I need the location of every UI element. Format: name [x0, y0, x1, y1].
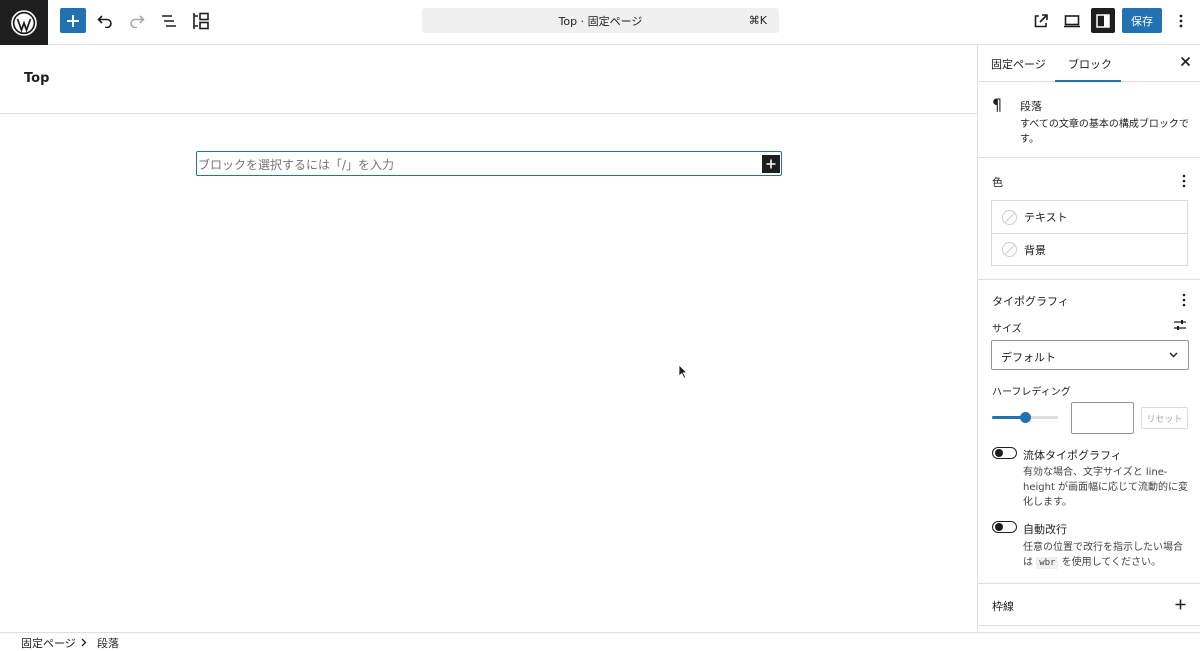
chevron-right-icon [81, 638, 87, 647]
section-divider [978, 583, 1200, 584]
fluid-typography-toggle[interactable] [992, 447, 1017, 459]
save-button[interactable]: 保存 [1122, 8, 1162, 33]
undo-icon [97, 15, 112, 28]
block-inserter-button[interactable] [60, 8, 86, 33]
title-area: Top [0, 45, 977, 114]
plus-icon[interactable] [1175, 599, 1186, 610]
settings-sidebar: 固定ページ ブロック ¶ 段落 すべての文章の基本の構成ブロックです。 色 テキ… [977, 45, 1200, 632]
fluid-typography-label: 流体タイポグラフィ [1023, 449, 1122, 462]
redo-icon [130, 15, 145, 28]
slider-thumb[interactable] [1020, 412, 1031, 423]
section-divider [978, 279, 1200, 280]
tab-block[interactable]: ブロック [1068, 56, 1112, 72]
list-view-icon [162, 15, 176, 27]
empty-swatch-icon [1002, 209, 1017, 225]
paragraph-block[interactable]: ブロックを選択するには「/」を入力 [196, 151, 782, 176]
block-append-button[interactable] [762, 155, 780, 173]
auto-wrap-help-text-end: を使用してください。 [1061, 557, 1162, 568]
color-item-text[interactable]: テキスト [992, 201, 1187, 233]
settings-panel-toggle[interactable] [1091, 8, 1115, 33]
wordpress-icon [11, 9, 37, 36]
undo-button[interactable] [92, 8, 118, 34]
breadcrumb: 固定ページ 段落 [0, 632, 1200, 651]
line-height-input[interactable] [1071, 402, 1134, 434]
close-icon[interactable] [1180, 56, 1191, 67]
tools-icon [193, 12, 209, 30]
block-tools-button[interactable] [188, 8, 214, 34]
block-description: すべての文章の基本の構成ブロックです。 [1020, 119, 1189, 145]
color-item-label: テキスト [1024, 211, 1068, 224]
breadcrumb-item-page[interactable]: 固定ページ [21, 635, 76, 651]
empty-swatch-icon [1002, 242, 1017, 257]
color-settings: テキスト 背景 [991, 200, 1188, 266]
wbr-code: wbr [1036, 557, 1059, 569]
color-options-icon[interactable] [1182, 174, 1186, 188]
options-menu-button[interactable] [1168, 8, 1194, 34]
font-size-value: デフォルト [1001, 351, 1056, 364]
block-placeholder: ブロックを選択するには「/」を入力 [198, 158, 395, 172]
command-title: Top · 固定ページ [558, 14, 643, 28]
color-section-title: 色 [992, 176, 1003, 189]
plus-icon [766, 159, 776, 169]
plus-icon [67, 14, 79, 27]
view-page-button[interactable] [1028, 8, 1054, 34]
device-preview-button[interactable] [1059, 8, 1085, 34]
section-divider [978, 625, 1200, 626]
page-title[interactable]: Top [24, 71, 49, 86]
command-shortcut: ⌘K [748, 14, 767, 27]
fluid-typography-help: 有効な場合、文字サイズと line-height が画面幅に応じて流動的に変化し… [1023, 467, 1189, 508]
block-name: 段落 [1020, 100, 1042, 113]
editor-canvas[interactable]: Top ブロックを選択するには「/」を入力 [0, 45, 977, 632]
sidebar-icon [1096, 13, 1110, 28]
font-size-label: サイズ [992, 324, 1022, 335]
auto-wrap-help: 任意の位置で改行を指示したい場合は wbr を使用してください。 [1023, 540, 1191, 571]
font-size-select[interactable]: デフォルト [991, 340, 1189, 370]
auto-wrap-toggle[interactable] [992, 521, 1017, 533]
border-section-title: 枠線 [992, 600, 1014, 613]
reset-button[interactable]: リセット [1141, 407, 1188, 429]
auto-wrap-label: 自動改行 [1023, 523, 1067, 536]
typography-options-icon[interactable] [1182, 293, 1186, 307]
command-palette-bar[interactable]: Top · 固定ページ ⌘K [422, 8, 779, 33]
typography-section-title: タイポグラフィ [992, 295, 1069, 308]
chevron-down-icon [1169, 352, 1178, 358]
document-overview-button[interactable] [156, 8, 182, 34]
sidebar-tabs: 固定ページ ブロック [978, 45, 1200, 82]
color-item-background[interactable]: 背景 [992, 233, 1187, 265]
external-link-icon [1034, 14, 1048, 28]
desktop-icon [1064, 15, 1080, 28]
editor-topbar: Top · 固定ページ ⌘K 保存 [0, 0, 1200, 45]
mouse-cursor-icon [678, 364, 688, 379]
block-card: ¶ 段落 すべての文章の基本の構成ブロックです。 [978, 82, 1200, 158]
tab-page[interactable]: 固定ページ [991, 56, 1046, 72]
kebab-icon [1179, 14, 1183, 28]
paragraph-icon: ¶ [992, 95, 1003, 114]
redo-button[interactable] [124, 8, 150, 34]
breadcrumb-item-block[interactable]: 段落 [97, 635, 119, 651]
color-item-label: 背景 [1024, 243, 1046, 257]
line-height-label: ハーフレディング [992, 387, 1071, 398]
custom-size-toggle-icon[interactable] [1173, 319, 1187, 331]
wordpress-logo-button[interactable] [0, 0, 48, 45]
